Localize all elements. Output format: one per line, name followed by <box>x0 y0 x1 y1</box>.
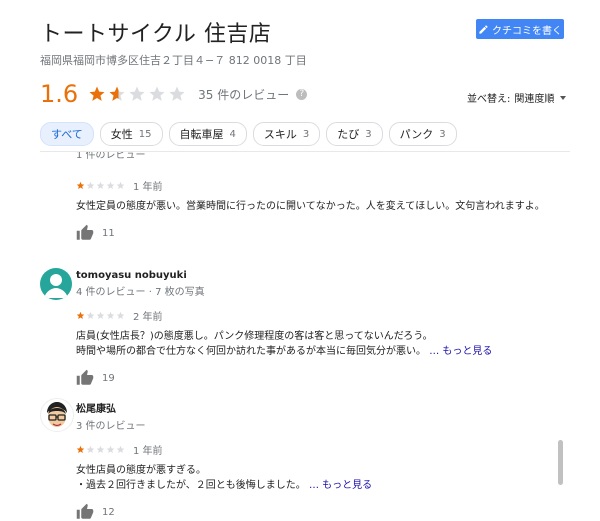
rating-summary: 1.6 35 件のレビュー ? <box>40 80 308 108</box>
star-icon <box>116 311 125 319</box>
star-icon <box>86 181 95 189</box>
star-icon <box>169 86 185 101</box>
review-item: 1 年前 女性定員の態度が悪い。営業時間に行ったのに開いてなかった。人を変えてほ… <box>76 178 596 242</box>
avatar[interactable] <box>40 398 74 432</box>
like-count: 12 <box>102 506 115 518</box>
star-icon <box>96 311 105 319</box>
review-text: 女性定員の態度が悪い。営業時間に行ったのに開いてなかった。人を変えてほしい。文句… <box>76 201 545 212</box>
star-icon <box>76 445 85 453</box>
place-address: 福岡県福岡市博多区住吉２丁目４−７ 812 0018 丁目 <box>40 54 307 67</box>
scrollbar[interactable] <box>558 440 563 485</box>
star-icon <box>106 311 115 319</box>
pencil-icon <box>479 24 488 34</box>
star-icon <box>96 181 105 189</box>
chip-label: スキル <box>263 128 297 141</box>
sort-value: 関連度順 <box>514 94 555 105</box>
star-icon <box>116 445 125 453</box>
review-text-line1: 店員(女性店長？)の態度悪し。パンク修理程度の客は客と思ってないんだろう。 <box>76 331 433 342</box>
like-count: 19 <box>102 372 115 384</box>
star-icon <box>86 445 95 453</box>
chip-count: 3 <box>439 128 446 140</box>
like-button[interactable]: 11 <box>76 224 596 242</box>
review-time: 2 年前 <box>133 312 163 323</box>
avatar[interactable] <box>40 268 72 300</box>
sort-dropdown[interactable]: 並べ替え: 関連度順 <box>467 90 567 105</box>
sort-label: 並べ替え: <box>467 94 511 105</box>
chip-skill[interactable]: スキル 3 <box>252 122 321 146</box>
chip-count: 3 <box>302 128 310 140</box>
like-count: 11 <box>102 227 115 239</box>
like-button[interactable]: 19 <box>76 369 596 387</box>
chip-label: 女性 <box>110 128 133 141</box>
review-text-line2: ・過去２回行きましたが、２回とも後悔しました。 … もっと見る <box>76 478 596 493</box>
review-text-line2: 時間や場所の都合で仕方なく何回か訪れた事があるが本当に毎回気分が悪い。 … もっ… <box>76 344 596 359</box>
star-icon <box>109 86 125 101</box>
rating-stars <box>88 85 186 103</box>
chip-bike-shop[interactable]: 自転車屋 4 <box>168 122 247 146</box>
review-text: ・過去２回行きましたが、２回とも後悔しました。 <box>76 480 306 491</box>
review-time: 1 年前 <box>133 446 163 457</box>
review-count[interactable]: 35 件のレビュー <box>198 86 289 103</box>
review-text: 時間や場所の都合で仕方なく何回か訪れた事があるが本当に毎回気分が悪い。 <box>76 346 426 357</box>
chip-count: 3 <box>365 128 372 140</box>
star-icon <box>106 181 115 189</box>
star-icon <box>106 445 115 453</box>
chip-label: すべて <box>51 128 83 141</box>
star-icon <box>76 311 85 319</box>
chip-label: たび <box>337 128 360 141</box>
chip-count: 4 <box>229 128 236 140</box>
user-icon <box>44 274 68 298</box>
chip-female[interactable]: 女性 15 <box>99 122 163 146</box>
review-stars <box>76 181 125 190</box>
read-more-link[interactable]: … もっと見る <box>429 346 492 357</box>
chip-label: パンク <box>399 128 434 141</box>
thumbs-up-icon <box>76 369 94 385</box>
caret-down-icon <box>560 95 567 100</box>
reviewer-meta[interactable]: 4 件のレビュー · 7 枚の写真 <box>76 283 596 298</box>
review-stars <box>76 311 125 320</box>
star-icon <box>96 445 105 453</box>
reviewer-name[interactable]: tomoyasu nobuyuki <box>76 270 596 281</box>
review-text-line1: 女性店員の態度が悪すぎる。 <box>76 465 206 476</box>
read-more-link[interactable]: … もっと見る <box>309 480 372 491</box>
filter-chips: すべて 女性 15 自転車屋 4 スキル 3 たび 3 パンク 3 <box>40 122 457 146</box>
chip-puncture[interactable]: パンク 3 <box>388 122 457 146</box>
thumbs-up-icon <box>76 503 94 519</box>
review-time: 1 年前 <box>133 182 163 193</box>
chip-count: 15 <box>138 128 152 140</box>
review-meta: 1 件のレビュー <box>76 152 146 161</box>
star-icon <box>76 181 85 189</box>
star-icon <box>129 86 145 101</box>
review-stars <box>76 445 125 454</box>
review-item: 松尾康弘 3 件のレビュー 1 年前 女性店員の態度が悪すぎる。 ・過去２回行き… <box>76 400 596 521</box>
rating-value: 1.6 <box>40 80 79 108</box>
star-icon <box>149 86 165 101</box>
chip-all[interactable]: すべて <box>40 122 94 146</box>
chip-tabi[interactable]: たび 3 <box>326 122 383 146</box>
star-icon <box>89 86 105 101</box>
reviewer-name[interactable]: 松尾康弘 <box>76 400 596 415</box>
star-icon <box>86 311 95 319</box>
thumbs-up-icon <box>76 224 94 240</box>
place-title: トートサイクル 住吉店 <box>40 22 272 47</box>
chip-label: 自転車屋 <box>179 128 224 141</box>
cartoon-face-icon <box>47 402 67 427</box>
like-button[interactable]: 12 <box>76 503 596 521</box>
star-icon <box>116 181 125 189</box>
review-item: tomoyasu nobuyuki 4 件のレビュー · 7 枚の写真 2 年前… <box>76 270 596 387</box>
help-icon[interactable]: ? <box>296 88 308 100</box>
reviewer-meta[interactable]: 3 件のレビュー <box>76 417 596 432</box>
write-review-label: クチコミを書く <box>492 25 562 37</box>
review-meta-cut: 1 件のレビュー <box>76 152 596 162</box>
write-review-button[interactable]: クチコミを書く <box>476 19 564 39</box>
